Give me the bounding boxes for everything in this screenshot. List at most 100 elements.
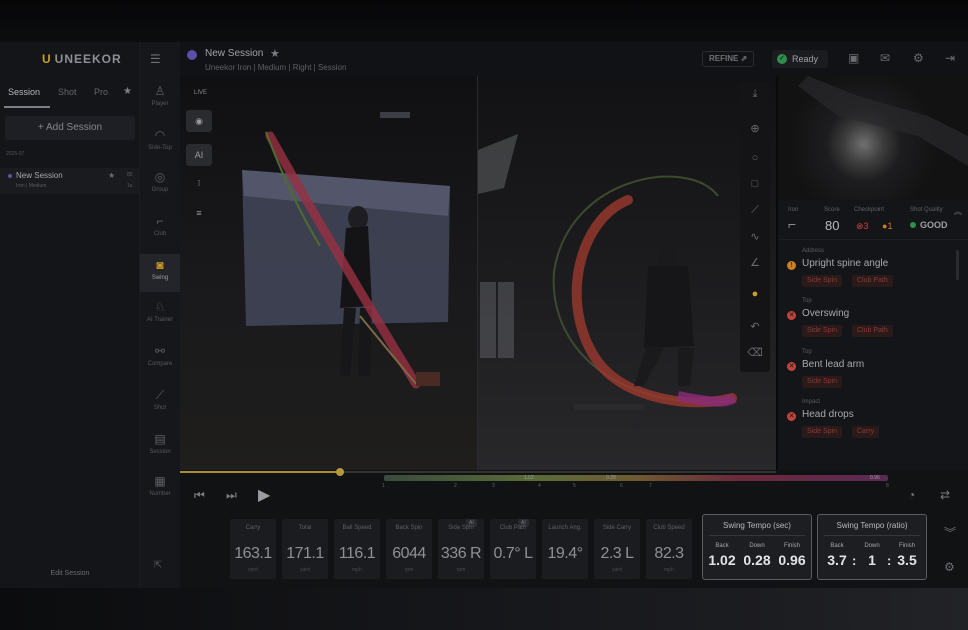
phase-marker[interactable]: 8 bbox=[886, 483, 889, 489]
swing-video-area[interactable]: LIVE ◉ AI ⁝ ≡ ⤓ ⊕ ○ □ ⟋ ∿ ∠ ● ↶ ⌫ bbox=[180, 76, 776, 470]
step-back-icon[interactable]: ⏮ bbox=[194, 488, 205, 503]
session-meta: 1s bbox=[127, 183, 133, 189]
score-label: Score bbox=[824, 207, 840, 213]
checkpoint-error-count: ⊗3 bbox=[856, 221, 869, 231]
tempo-value: 0.28 bbox=[743, 552, 771, 568]
nav-side-top[interactable]: ◠ Side-Top bbox=[140, 124, 180, 162]
nav-swing[interactable]: ◙ Swing bbox=[140, 254, 180, 292]
curve-tool-icon[interactable]: ∿ bbox=[740, 230, 770, 243]
tab-shot[interactable]: Shot bbox=[58, 87, 77, 97]
metrics-settings-gear-icon[interactable]: ⚙ bbox=[944, 560, 955, 574]
tab-pro[interactable]: Pro bbox=[94, 87, 108, 97]
report-icon[interactable]: ▣ bbox=[848, 51, 859, 65]
phase-marker[interactable]: 5 bbox=[573, 483, 576, 489]
app-root: U UNEEKOR Session Shot Pro ★ + Add Sessio… bbox=[0, 0, 968, 630]
issue-item[interactable]: Address ! Upright spine angle Side Spin … bbox=[778, 248, 968, 300]
status-badge: ✓ Ready bbox=[772, 50, 828, 68]
collapse-chevron-icon[interactable]: ︽ bbox=[954, 206, 962, 217]
metric-value: 6044 bbox=[392, 545, 426, 562]
stack-button[interactable]: ≡ bbox=[186, 202, 212, 224]
shot-icon: ⟋ bbox=[155, 388, 165, 402]
phase-marker[interactable]: 3 bbox=[492, 483, 495, 489]
add-marker-icon[interactable]: ⊕ bbox=[740, 122, 770, 135]
phase-marker[interactable]: 6 bbox=[620, 483, 623, 489]
metric-label: Back Spin bbox=[395, 525, 423, 531]
nav-player[interactable]: ♙ Player bbox=[140, 80, 180, 118]
logo-text: UNEEKOR bbox=[54, 52, 122, 66]
footprint-button[interactable]: ⁝ bbox=[186, 172, 212, 194]
export-icon[interactable]: ⇱ bbox=[154, 560, 162, 571]
swing-tempo-ratio-card[interactable]: Swing Tempo (ratio) Back Down Finish 3.7… bbox=[817, 514, 927, 580]
issue-stage: Impact bbox=[802, 399, 821, 405]
session-star-icon[interactable]: ★ bbox=[108, 171, 115, 180]
page-title: New Session bbox=[205, 48, 264, 59]
playback-timeline: 1.02 0.28 0.96 1 2 3 4 5 6 7 8 ⏮ ⏭ ▶ ◔ ⇄ bbox=[180, 468, 968, 514]
angle-tool-icon[interactable]: ∠ bbox=[740, 256, 770, 269]
replay-button[interactable]: ◉ bbox=[186, 110, 212, 132]
nav-session[interactable]: ▤ Session bbox=[140, 428, 180, 466]
delete-icon[interactable]: ⌫ bbox=[740, 346, 770, 359]
collapse-menu-icon[interactable]: ☰ bbox=[150, 52, 161, 66]
undo-icon[interactable]: ↶ bbox=[740, 320, 770, 333]
issue-tag: Side Spin bbox=[802, 376, 842, 388]
metric-unit: mph bbox=[352, 567, 362, 573]
feedback-icon[interactable]: ✉ bbox=[880, 51, 890, 65]
tee-mat bbox=[574, 404, 644, 410]
nav-number[interactable]: ▦ Number bbox=[140, 470, 180, 508]
session-count: 85 bbox=[127, 172, 133, 178]
add-session-button[interactable]: + Add Session bbox=[5, 116, 135, 140]
refine-label: REFINE bbox=[709, 54, 739, 63]
loop-icon[interactable]: ⇄ bbox=[940, 488, 950, 502]
rectangle-tool-icon[interactable]: □ bbox=[740, 178, 770, 190]
issue-item[interactable]: Top ✕ Overswing Side Spin Club Path bbox=[778, 298, 968, 350]
timeline-scrubber[interactable] bbox=[336, 468, 344, 476]
metric-value: 19.4° bbox=[547, 545, 583, 562]
collapse-metrics-icon[interactable]: ︾ bbox=[944, 524, 956, 541]
ai-button[interactable]: AI bbox=[186, 144, 212, 166]
circle-tool-icon[interactable]: ○ bbox=[740, 152, 770, 164]
side-top-icon: ◠ bbox=[154, 128, 166, 142]
refine-button[interactable]: REFINE ⇗ bbox=[702, 51, 755, 67]
issue-item[interactable]: Top ✕ Bent lead arm Side Spin bbox=[778, 349, 968, 401]
tab-session[interactable]: Session bbox=[8, 87, 40, 97]
swing-tempo-sec-card[interactable]: Swing Tempo (sec) Back Down Finish 1.02 … bbox=[702, 514, 812, 580]
nav-ai-trainer[interactable]: ♘ AI Trainer bbox=[140, 296, 180, 334]
date-group-label: 2025-07 bbox=[6, 151, 25, 157]
logo-mark-icon: U bbox=[42, 52, 52, 66]
step-forward-icon[interactable]: ⏭ bbox=[226, 488, 237, 503]
panel-scrollbar[interactable] bbox=[956, 250, 959, 280]
issue-item[interactable]: Impact ✕ Head drops Side Spin Carry bbox=[778, 399, 968, 451]
phase-marker[interactable]: 4 bbox=[538, 483, 541, 489]
metric-club-path: AI Club Path 0.7° L bbox=[490, 519, 536, 579]
phase-marker[interactable]: 1 bbox=[382, 483, 385, 489]
tempo-label: Finish bbox=[898, 543, 915, 549]
download-icon[interactable]: ⤓ bbox=[740, 88, 770, 101]
impact-camera-view bbox=[778, 76, 968, 200]
session-subtitle: Iron | Medium bbox=[16, 183, 47, 189]
favorite-star-icon[interactable]: ★ bbox=[123, 86, 132, 97]
video-front-view[interactable] bbox=[478, 76, 776, 470]
edit-session-button[interactable]: Edit Session bbox=[0, 570, 140, 577]
phase-marker[interactable]: 7 bbox=[649, 483, 652, 489]
metric-label: Launch Ang. bbox=[548, 525, 582, 531]
phase-marker[interactable]: 2 bbox=[454, 483, 457, 489]
golf-bag-1 bbox=[480, 282, 496, 358]
nav-label: Player bbox=[151, 101, 169, 107]
logout-icon[interactable]: ⇥ bbox=[945, 51, 955, 65]
nav-compare[interactable]: ⚯ Compare bbox=[140, 340, 180, 378]
nav-club[interactable]: ⌐ Club bbox=[140, 210, 180, 248]
play-icon[interactable]: ▶ bbox=[258, 485, 270, 505]
issue-tag: Club Path bbox=[852, 325, 893, 337]
color-picker-icon[interactable]: ● bbox=[740, 288, 770, 300]
camera-icon: ◙ bbox=[156, 258, 164, 272]
session-list-item[interactable]: New Session Iron | Medium ★ 85 1s bbox=[0, 168, 140, 194]
video-side-view[interactable] bbox=[180, 76, 477, 470]
metric-value: 163.1 bbox=[234, 545, 272, 562]
settings-gear-icon[interactable]: ⚙ bbox=[913, 51, 924, 65]
nav-shot[interactable]: ⟋ Shot bbox=[140, 384, 180, 422]
nav-group[interactable]: ◎ Group bbox=[140, 166, 180, 204]
phase-value: 0.96 bbox=[870, 475, 880, 481]
line-tool-icon[interactable]: ⟋ bbox=[740, 204, 770, 217]
title-star-icon[interactable]: ★ bbox=[270, 47, 280, 60]
speed-icon[interactable]: ◔ bbox=[908, 488, 915, 502]
